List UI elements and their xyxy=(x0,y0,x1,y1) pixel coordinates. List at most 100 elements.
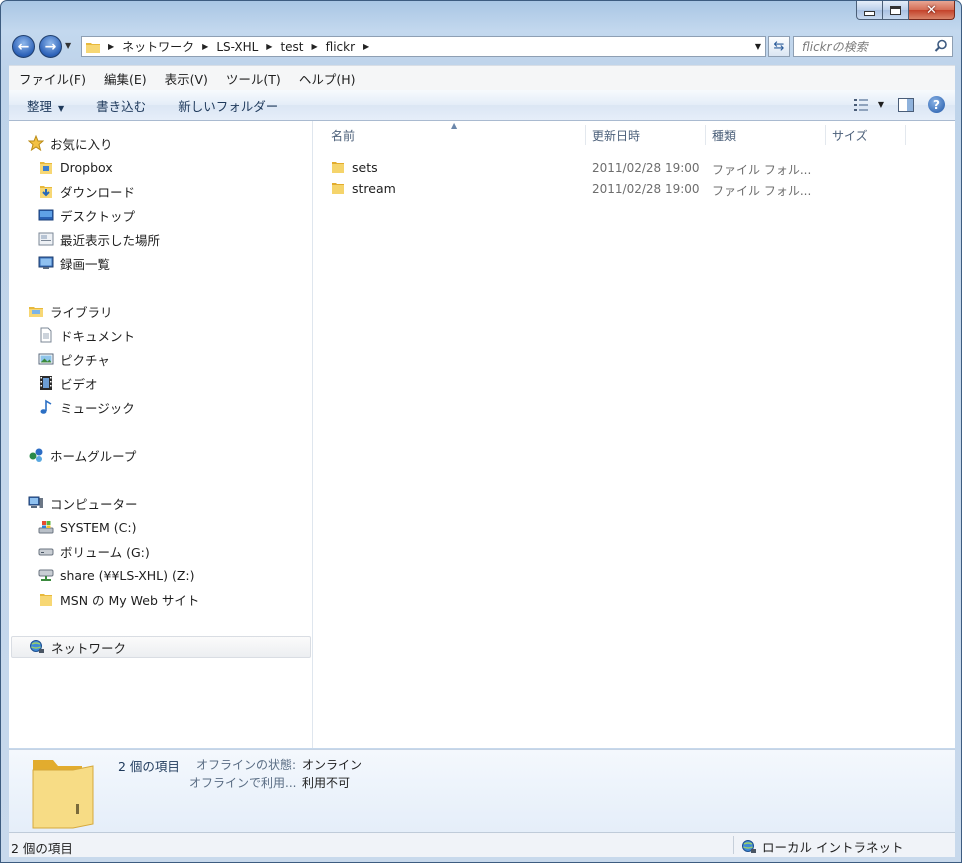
table-row[interactable]: stream 2011/02/28 19:00 ファイル フォル... xyxy=(331,179,831,199)
sidebar-item-downloads[interactable]: ダウンロード xyxy=(38,180,135,202)
close-icon: ✕ xyxy=(926,2,937,18)
forward-arrow-icon: → xyxy=(44,38,57,55)
sidebar-item-drive-c[interactable]: SYSTEM (C:) xyxy=(38,516,137,538)
folder-icon xyxy=(40,594,52,606)
organize-button[interactable]: 整理 ▼ xyxy=(9,96,78,115)
address-bar[interactable]: ▶ ネットワーク ▶ LS-XHL ▶ test ▶ flickr ▶ ▼ xyxy=(81,36,766,57)
security-zone: ローカル イントラネット xyxy=(741,837,903,856)
column-header-modified[interactable]: 更新日時 xyxy=(592,127,640,144)
search-input[interactable] xyxy=(800,38,934,55)
column-divider[interactable] xyxy=(825,125,826,145)
offline-status-label: オフラインの状態: xyxy=(196,758,297,772)
zone-label: ローカル イントラネット xyxy=(762,840,904,855)
preview-pane-icon[interactable] xyxy=(898,97,914,112)
menu-view[interactable]: 表示(V) xyxy=(155,69,216,88)
change-view-button[interactable]: ▼ xyxy=(853,98,884,111)
folder-icon xyxy=(332,162,344,173)
library-icon xyxy=(29,307,43,317)
search-box[interactable] xyxy=(793,36,953,57)
caption-buttons: ✕ xyxy=(856,1,955,20)
column-header-name[interactable]: 名前 xyxy=(331,127,355,144)
recent-pages-chevron-icon[interactable]: ▼ xyxy=(65,41,71,50)
sidebar-computer[interactable]: コンピューター xyxy=(28,492,138,514)
sidebar-item-recent-places[interactable]: 最近表示した場所 xyxy=(38,228,160,250)
column-header-type[interactable]: 種類 xyxy=(712,127,736,144)
breadcrumb-chevron-icon[interactable]: ▶ xyxy=(312,42,318,51)
sidebar-item-pictures[interactable]: ピクチャ xyxy=(38,348,110,370)
homegroup-icon xyxy=(29,448,43,462)
chevron-down-icon: ▼ xyxy=(877,100,884,109)
search-icon[interactable] xyxy=(934,39,948,53)
sidebar-item-msn-web[interactable]: MSN の My Web サイト xyxy=(38,588,199,610)
column-header-size[interactable]: サイズ xyxy=(832,127,868,144)
sidebar-item-desktop[interactable]: デスクトップ xyxy=(38,204,135,226)
column-divider[interactable] xyxy=(705,125,706,145)
breadcrumb-network[interactable]: ネットワーク xyxy=(122,38,194,55)
network-drive-icon xyxy=(38,569,54,581)
sidebar-item-label: 録画一覧 xyxy=(60,256,111,272)
sidebar-item-documents[interactable]: ドキュメント xyxy=(38,324,135,346)
sidebar-homegroup[interactable]: ホームグループ xyxy=(28,444,136,466)
breadcrumb-test[interactable]: test xyxy=(280,40,303,54)
file-name: sets xyxy=(352,160,378,175)
video-icon xyxy=(40,376,52,390)
sidebar-item-recorded-tv[interactable]: 録画一覧 xyxy=(38,252,110,274)
maximize-button[interactable] xyxy=(883,1,909,20)
maximize-icon xyxy=(890,5,901,15)
offline-status-value: オンライン xyxy=(302,758,363,772)
breadcrumb-chevron-icon[interactable]: ▶ xyxy=(266,42,272,51)
sidebar-item-videos[interactable]: ビデオ xyxy=(38,372,98,394)
sidebar-favorites[interactable]: お気に入り xyxy=(28,132,113,154)
offline-availability-label: オフラインで利用... xyxy=(189,776,297,790)
breadcrumb-flickr[interactable]: flickr xyxy=(326,40,355,54)
navigation-bar: ← → ▼ ▶ ネットワーク ▶ LS-XHL ▶ test ▶ flickr … xyxy=(9,33,955,61)
navigation-pane: お気に入り Dropbox ダウンロード デスクトップ 最近表示した場所 録画一… xyxy=(9,121,313,748)
system-drive-icon xyxy=(38,521,54,534)
download-folder-icon xyxy=(40,186,52,198)
chevron-down-icon: ▼ xyxy=(58,103,65,113)
dropbox-folder-icon xyxy=(40,162,52,174)
sort-ascending-icon: ▲ xyxy=(451,121,458,130)
file-name: stream xyxy=(352,181,396,196)
breadcrumb-chevron-icon[interactable]: ▶ xyxy=(108,42,114,51)
menu-edit[interactable]: 編集(E) xyxy=(94,69,155,88)
column-divider[interactable] xyxy=(905,125,906,145)
sidebar-item-label: ホームグループ xyxy=(50,448,137,464)
refresh-button[interactable]: ⇆ xyxy=(768,36,790,57)
column-divider[interactable] xyxy=(585,125,586,145)
menu-tools[interactable]: ツール(T) xyxy=(216,69,289,88)
minimize-button[interactable] xyxy=(856,1,883,20)
sidebar-item-label: 最近表示した場所 xyxy=(60,232,161,248)
sidebar-libraries[interactable]: ライブラリ xyxy=(28,300,113,322)
sidebar-item-drive-z[interactable]: share (¥¥LS-XHL) (Z:) xyxy=(38,564,195,586)
computer-icon xyxy=(28,496,43,508)
sidebar-network[interactable]: ネットワーク xyxy=(11,636,311,658)
sidebar-item-label: MSN の My Web サイト xyxy=(60,592,200,608)
sidebar-item-label: ボリューム (G:) xyxy=(60,544,150,560)
sidebar-item-music[interactable]: ミュージック xyxy=(38,396,135,418)
back-arrow-icon: ← xyxy=(17,38,30,55)
status-item-count: 2 個の項目 xyxy=(11,841,73,856)
menu-file[interactable]: ファイル(F) xyxy=(9,69,94,88)
sidebar-header-label: コンピューター xyxy=(50,496,138,512)
folder-icon xyxy=(86,42,100,53)
breadcrumb-chevron-icon[interactable]: ▶ xyxy=(202,42,208,51)
sidebar-item-dropbox[interactable]: Dropbox xyxy=(38,156,113,178)
address-dropdown-icon[interactable]: ▼ xyxy=(755,42,761,51)
file-modified: 2011/02/28 19:00 xyxy=(592,161,700,175)
close-button[interactable]: ✕ xyxy=(909,1,955,20)
burn-button[interactable]: 書き込む xyxy=(78,96,160,115)
status-divider xyxy=(733,836,734,854)
picture-icon xyxy=(38,353,54,365)
breadcrumb-chevron-icon[interactable]: ▶ xyxy=(363,42,369,51)
back-button[interactable]: ← xyxy=(12,35,35,58)
new-folder-button[interactable]: 新しいフォルダー xyxy=(160,96,292,115)
forward-button[interactable]: → xyxy=(39,35,62,58)
table-row[interactable]: sets 2011/02/28 19:00 ファイル フォル... xyxy=(331,158,831,178)
sidebar-item-label: デスクトップ xyxy=(60,208,136,224)
breadcrumb-ls-xhl[interactable]: LS-XHL xyxy=(216,40,258,54)
sidebar-item-drive-g[interactable]: ボリューム (G:) xyxy=(38,540,150,562)
menu-help[interactable]: ヘルプ(H) xyxy=(289,69,364,88)
help-icon[interactable]: ? xyxy=(928,96,945,113)
command-bar: 整理 ▼ 書き込む 新しいフォルダー ▼ ? xyxy=(9,90,955,121)
